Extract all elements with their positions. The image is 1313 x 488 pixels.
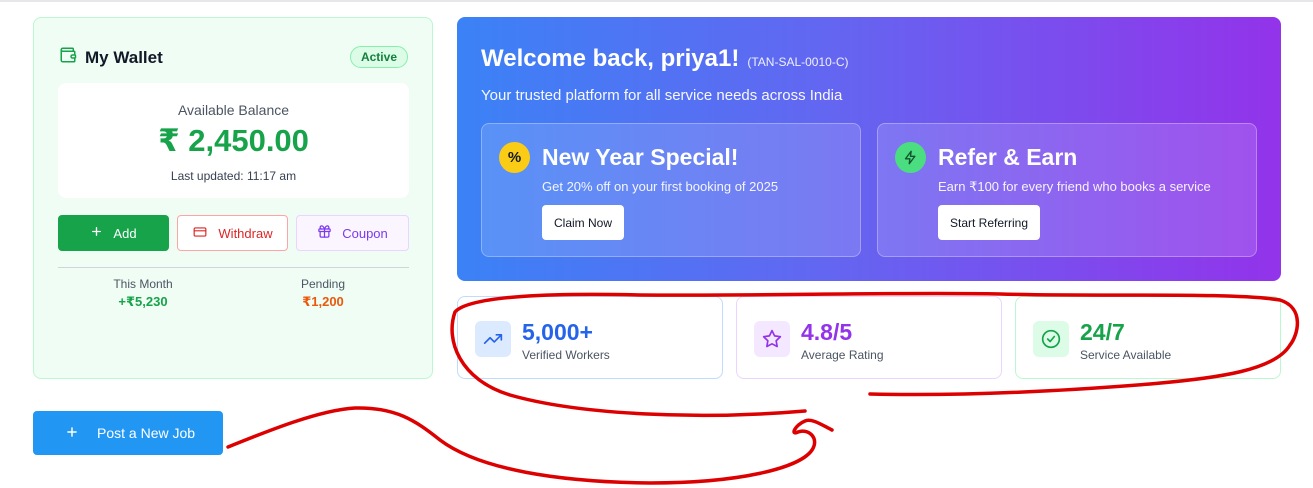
post-job-button[interactable]: Post a New Job (33, 411, 223, 455)
promo-card-refer: Refer & Earn Earn ₹100 for every friend … (877, 123, 1257, 257)
star-icon (754, 321, 790, 357)
lightning-icon (895, 142, 926, 173)
balance-box: Available Balance ₹ 2,450.00 Last update… (58, 83, 409, 198)
stat-value: 24/7 (1080, 319, 1125, 345)
welcome-heading: Welcome back, priya1! (TAN-SAL-0010-C) (481, 45, 848, 73)
balance-amount: ₹ 2,450.00 (158, 123, 309, 158)
percent-icon: % (499, 142, 530, 173)
user-code: (TAN-SAL-0010-C) (747, 55, 849, 69)
promo-card-new-year: % New Year Special! Get 20% off on your … (481, 123, 861, 257)
claim-now-button[interactable]: Claim Now (542, 205, 625, 240)
stat-card-availability: 24/7 Service Available (1015, 296, 1281, 379)
stat-card-workers: 5,000+ Verified Workers (457, 296, 723, 379)
wallet-divider (58, 267, 409, 268)
check-circle-icon (1033, 321, 1069, 357)
plus-icon (90, 225, 103, 241)
stat-label: Verified Workers (522, 348, 610, 362)
promo-title: New Year Special! (542, 144, 739, 170)
stat-label: Average Rating (801, 348, 884, 362)
pending-value: ₹1,200 (302, 294, 344, 309)
start-referring-button[interactable]: Start Referring (938, 205, 1041, 240)
stat-card-rating: 4.8/5 Average Rating (736, 296, 1002, 379)
withdraw-button[interactable]: Withdraw (177, 215, 288, 251)
this-month-stat: This Month +₹5,230 (73, 277, 213, 310)
promo-title: Refer & Earn (938, 144, 1078, 170)
welcome-banner: Welcome back, priya1! (TAN-SAL-0010-C) Y… (457, 17, 1281, 281)
add-label: Add (113, 225, 137, 241)
plus-icon (65, 425, 79, 442)
balance-label: Available Balance (177, 102, 290, 118)
welcome-subtitle: Your trusted platform for all service ne… (481, 87, 843, 104)
welcome-title: Welcome back, priya1! (481, 45, 740, 72)
last-updated: Last updated: 11:17 am (170, 169, 297, 183)
post-job-label: Post a New Job (97, 425, 196, 441)
promo-description: Get 20% off on your first booking of 202… (542, 179, 779, 194)
stat-value: 5,000+ (522, 319, 593, 345)
this-month-label: This Month (113, 277, 173, 291)
wallet-card: My Wallet Active Available Balance ₹ 2,4… (33, 17, 433, 379)
withdraw-label: Withdraw (218, 225, 273, 241)
add-money-button[interactable]: Add (58, 215, 169, 251)
trending-up-icon (475, 321, 511, 357)
wallet-icon (59, 46, 77, 69)
stat-label: Service Available (1080, 348, 1172, 362)
stat-value: 4.8/5 (801, 319, 853, 345)
wallet-title: My Wallet (85, 47, 163, 67)
promo-description: Earn ₹100 for every friend who books a s… (938, 179, 1211, 194)
wallet-header: My Wallet (59, 46, 163, 69)
credit-card-icon (192, 225, 208, 242)
gift-icon (317, 224, 332, 242)
coupon-label: Coupon (342, 225, 388, 241)
this-month-value: +₹5,230 (118, 294, 168, 309)
pending-label: Pending (300, 277, 346, 291)
status-badge: Active (349, 46, 408, 68)
top-divider (0, 0, 1313, 2)
pending-stat: Pending ₹1,200 (253, 277, 393, 310)
coupon-button[interactable]: Coupon (296, 215, 409, 251)
